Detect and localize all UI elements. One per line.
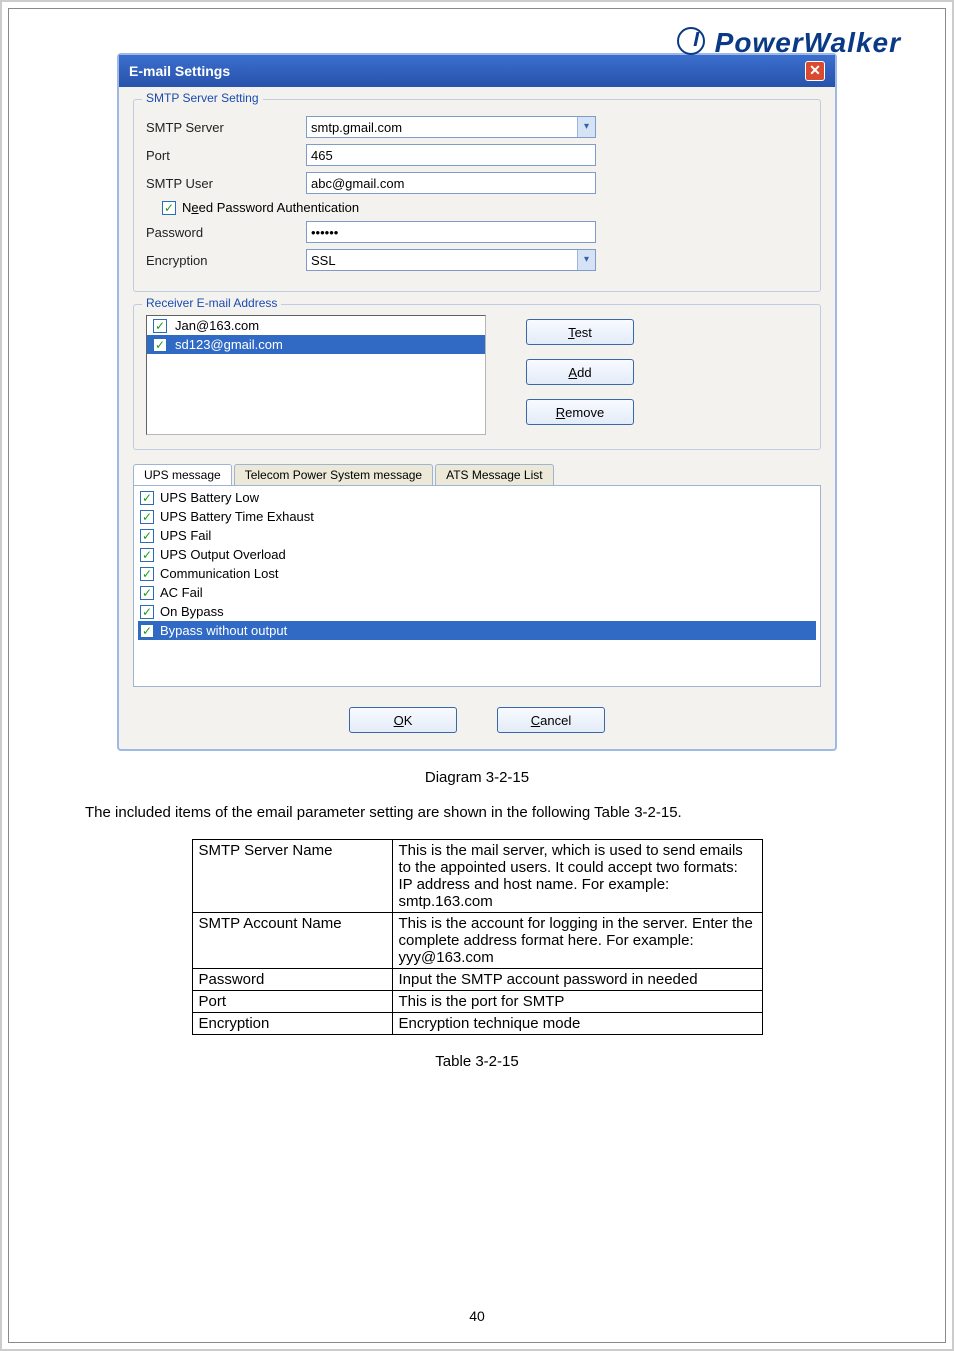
- test-button[interactable]: Test: [526, 319, 634, 345]
- list-item[interactable]: ✓ sd123@gmail.com: [147, 335, 485, 354]
- table-cell-value: Encryption technique mode: [392, 1013, 762, 1035]
- message-item[interactable]: ✓ On Bypass: [138, 602, 816, 621]
- tab-telecom-message[interactable]: Telecom Power System message: [234, 464, 433, 485]
- table-caption: Table 3-2-15: [45, 1053, 909, 1070]
- smtp-legend: SMTP Server Setting: [142, 91, 263, 105]
- receiver-legend: Receiver E-mail Address: [142, 296, 281, 310]
- table-row: SMTP Account NameThis is the account for…: [192, 913, 762, 969]
- message-item[interactable]: ✓ UPS Fail: [138, 526, 816, 545]
- table-cell-key: SMTP Server Name: [192, 840, 392, 913]
- ok-button[interactable]: OK: [349, 707, 457, 733]
- smtp-server-fieldset: SMTP Server Setting SMTP Server ▾ Port S…: [133, 99, 821, 292]
- brand-logo-icon: [677, 27, 705, 55]
- checkbox-icon[interactable]: ✓: [140, 567, 154, 581]
- add-button[interactable]: Add: [526, 359, 634, 385]
- checkbox-icon[interactable]: ✓: [140, 586, 154, 600]
- receiver-fieldset: Receiver E-mail Address ✓ Jan@163.com ✓ …: [133, 304, 821, 450]
- password-input[interactable]: [306, 221, 596, 243]
- checkbox-icon[interactable]: ✓: [153, 319, 167, 333]
- dialog-titlebar[interactable]: E-mail Settings ✕: [119, 55, 835, 87]
- brand-text: PowerWalker: [715, 27, 901, 58]
- chevron-down-icon[interactable]: ▾: [577, 117, 595, 137]
- smtp-server-label: SMTP Server: [146, 120, 306, 135]
- table-row: SMTP Server NameThis is the mail server,…: [192, 840, 762, 913]
- tab-ups-message[interactable]: UPS message: [133, 464, 232, 485]
- email-settings-dialog: E-mail Settings ✕ SMTP Server Setting SM…: [117, 53, 837, 751]
- message-label: Bypass without output: [160, 623, 287, 638]
- dialog-title-text: E-mail Settings: [129, 63, 230, 79]
- checkbox-icon[interactable]: ✓: [153, 338, 167, 352]
- checkbox-icon[interactable]: ✓: [140, 605, 154, 619]
- message-label: UPS Battery Low: [160, 490, 259, 505]
- close-icon[interactable]: ✕: [805, 61, 825, 81]
- message-label: On Bypass: [160, 604, 224, 619]
- message-label: UPS Output Overload: [160, 547, 286, 562]
- tab-ats-message[interactable]: ATS Message List: [435, 464, 553, 485]
- password-label: Password: [146, 225, 306, 240]
- receiver-listbox[interactable]: ✓ Jan@163.com ✓ sd123@gmail.com: [146, 315, 486, 435]
- description-text: The included items of the email paramete…: [85, 804, 909, 821]
- message-item[interactable]: ✓ AC Fail: [138, 583, 816, 602]
- smtp-user-label: SMTP User: [146, 176, 306, 191]
- list-item[interactable]: ✓ Jan@163.com: [147, 316, 485, 335]
- table-cell-value: This is the port for SMTP: [392, 991, 762, 1013]
- checkbox-icon[interactable]: ✓: [140, 491, 154, 505]
- encryption-input[interactable]: [306, 249, 596, 271]
- smtp-user-input[interactable]: [306, 172, 596, 194]
- receiver-email: sd123@gmail.com: [175, 337, 283, 352]
- message-tabs-section: UPS message Telecom Power System message…: [133, 464, 821, 687]
- checkbox-icon[interactable]: ✓: [140, 624, 154, 638]
- message-item[interactable]: ✓ UPS Battery Low: [138, 488, 816, 507]
- remove-button[interactable]: Remove: [526, 399, 634, 425]
- receiver-email: Jan@163.com: [175, 318, 259, 333]
- port-input[interactable]: [306, 144, 596, 166]
- message-item[interactable]: ✓ UPS Output Overload: [138, 545, 816, 564]
- tabs: UPS message Telecom Power System message…: [133, 464, 821, 485]
- need-auth-label: Need Password Authentication: [182, 200, 359, 215]
- table-cell-key: Port: [192, 991, 392, 1013]
- table-row: PortThis is the port for SMTP: [192, 991, 762, 1013]
- smtp-server-input[interactable]: [306, 116, 596, 138]
- message-item[interactable]: ✓ Communication Lost: [138, 564, 816, 583]
- checkbox-icon[interactable]: ✓: [140, 548, 154, 562]
- need-auth-checkbox[interactable]: ✓: [162, 201, 176, 215]
- message-item[interactable]: ✓ Bypass without output: [138, 621, 816, 640]
- diagram-caption: Diagram 3-2-15: [45, 769, 909, 786]
- message-label: AC Fail: [160, 585, 203, 600]
- parameter-table: SMTP Server NameThis is the mail server,…: [192, 839, 763, 1035]
- page-number: 40: [9, 1308, 945, 1324]
- table-row: EncryptionEncryption technique mode: [192, 1013, 762, 1035]
- checkbox-icon[interactable]: ✓: [140, 529, 154, 543]
- table-row: PasswordInput the SMTP account password …: [192, 969, 762, 991]
- message-label: UPS Fail: [160, 528, 211, 543]
- chevron-down-icon[interactable]: ▾: [577, 250, 595, 270]
- message-item[interactable]: ✓ UPS Battery Time Exhaust: [138, 507, 816, 526]
- table-cell-value: This is the account for logging in the s…: [392, 913, 762, 969]
- table-cell-key: Encryption: [192, 1013, 392, 1035]
- checkbox-icon[interactable]: ✓: [140, 510, 154, 524]
- cancel-button[interactable]: Cancel: [497, 707, 605, 733]
- message-label: Communication Lost: [160, 566, 279, 581]
- encryption-label: Encryption: [146, 253, 306, 268]
- table-cell-key: Password: [192, 969, 392, 991]
- table-cell-value: This is the mail server, which is used t…: [392, 840, 762, 913]
- table-cell-key: SMTP Account Name: [192, 913, 392, 969]
- message-list[interactable]: ✓ UPS Battery Low ✓ UPS Battery Time Exhau…: [133, 485, 821, 687]
- message-label: UPS Battery Time Exhaust: [160, 509, 314, 524]
- table-cell-value: Input the SMTP account password in neede…: [392, 969, 762, 991]
- port-label: Port: [146, 148, 306, 163]
